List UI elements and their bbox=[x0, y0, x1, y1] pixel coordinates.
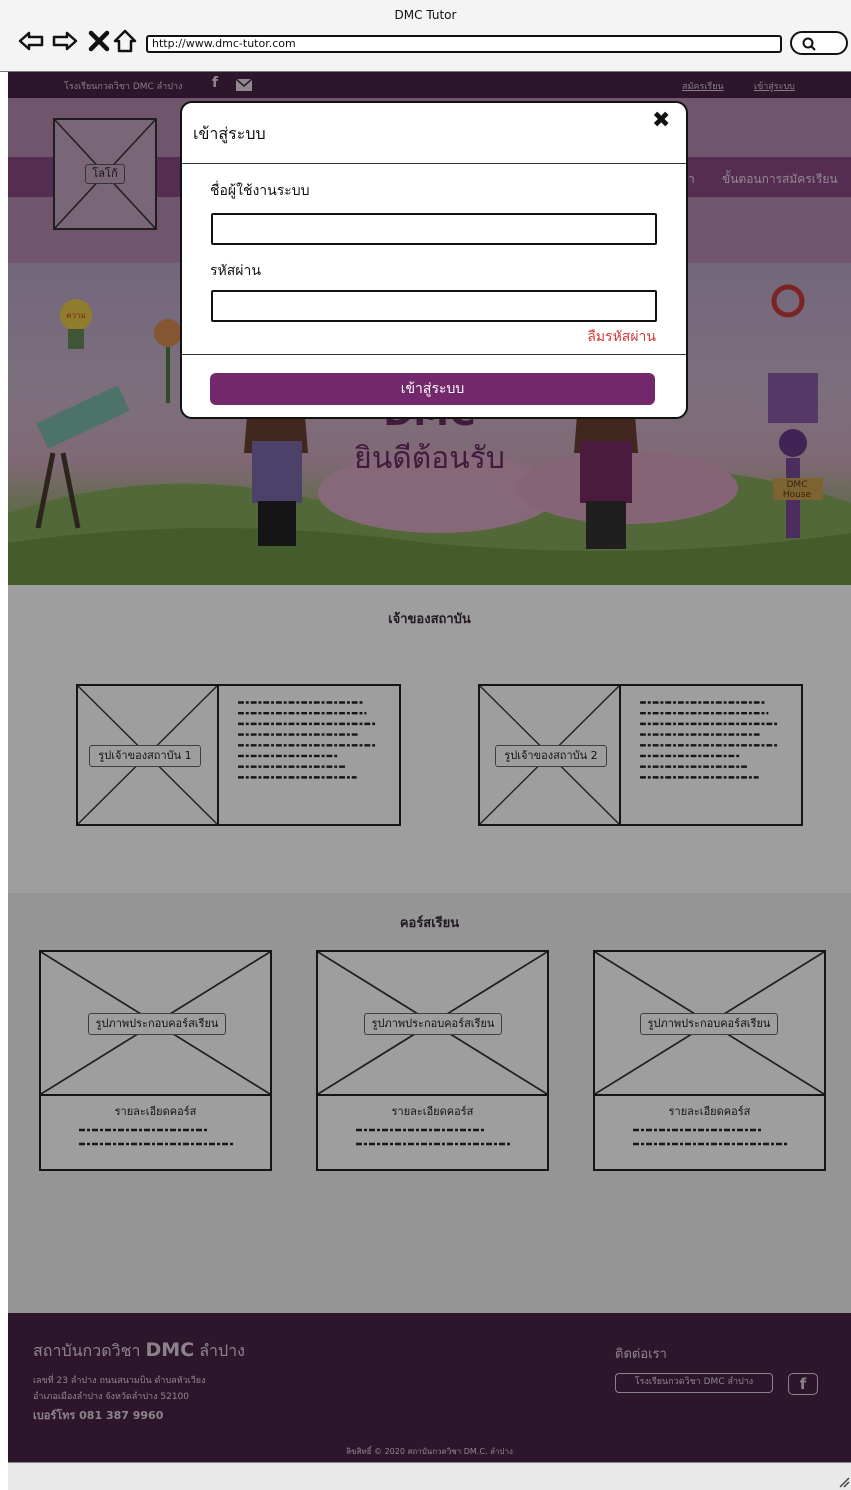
forgot-password-link[interactable]: ลืมรหัสผ่าน bbox=[560, 326, 656, 348]
home-icon[interactable] bbox=[112, 28, 138, 54]
back-arrow-icon[interactable] bbox=[18, 28, 44, 54]
address-bar[interactable]: http://www.dmc-tutor.com bbox=[146, 35, 782, 53]
resize-grip-icon[interactable] bbox=[838, 1476, 850, 1488]
window-title: DMC Tutor bbox=[394, 8, 457, 22]
close-icon[interactable]: ✖ bbox=[652, 108, 670, 133]
stop-icon[interactable] bbox=[86, 28, 112, 54]
login-submit-button[interactable]: เข้าสู่ระบบ bbox=[210, 373, 655, 405]
forward-arrow-icon[interactable] bbox=[52, 28, 78, 54]
modal-header-divider bbox=[182, 163, 686, 164]
browser-status-bar bbox=[8, 1462, 851, 1490]
password-label: รหัสผ่าน bbox=[210, 263, 261, 279]
username-label: ชื่อผู้ใช้งานระบบ bbox=[210, 183, 310, 199]
modal-footer-divider bbox=[182, 354, 686, 355]
search-icon bbox=[802, 37, 816, 51]
modal-title: เข้าสู่ระบบ bbox=[193, 124, 266, 143]
browser-search-button[interactable] bbox=[790, 31, 848, 55]
password-input[interactable] bbox=[211, 290, 657, 322]
username-input[interactable] bbox=[211, 213, 657, 245]
